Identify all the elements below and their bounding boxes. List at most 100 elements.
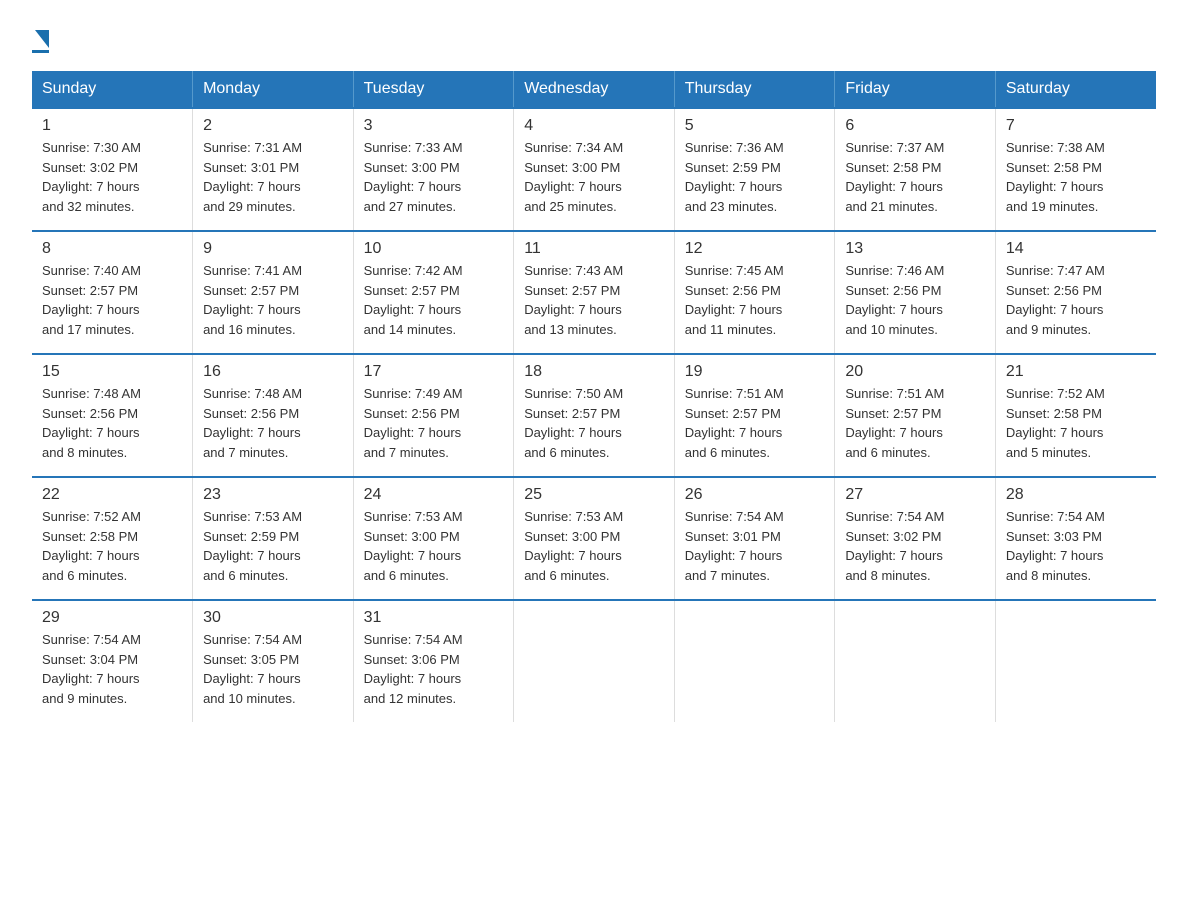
day-info: Sunrise: 7:46 AMSunset: 2:56 PMDaylight:… bbox=[845, 261, 985, 339]
calendar-cell: 28 Sunrise: 7:54 AMSunset: 3:03 PMDayligh… bbox=[995, 477, 1156, 600]
calendar-cell: 23 Sunrise: 7:53 AMSunset: 2:59 PMDayligh… bbox=[193, 477, 354, 600]
day-number: 10 bbox=[364, 240, 504, 258]
day-number: 18 bbox=[524, 363, 664, 381]
week-row-5: 29 Sunrise: 7:54 AMSunset: 3:04 PMDayligh… bbox=[32, 600, 1156, 722]
logo-underline bbox=[32, 50, 49, 53]
day-number: 11 bbox=[524, 240, 664, 258]
calendar-cell: 27 Sunrise: 7:54 AMSunset: 3:02 PMDayligh… bbox=[835, 477, 996, 600]
day-info: Sunrise: 7:48 AMSunset: 2:56 PMDaylight:… bbox=[42, 384, 182, 462]
day-info: Sunrise: 7:48 AMSunset: 2:56 PMDaylight:… bbox=[203, 384, 343, 462]
day-number: 1 bbox=[42, 117, 182, 135]
day-number: 9 bbox=[203, 240, 343, 258]
day-info: Sunrise: 7:54 AMSunset: 3:03 PMDaylight:… bbox=[1006, 507, 1146, 585]
day-info: Sunrise: 7:43 AMSunset: 2:57 PMDaylight:… bbox=[524, 261, 664, 339]
calendar-header-row: SundayMondayTuesdayWednesdayThursdayFrid… bbox=[32, 71, 1156, 108]
day-number: 27 bbox=[845, 486, 985, 504]
logo bbox=[32, 24, 49, 53]
day-info: Sunrise: 7:45 AMSunset: 2:56 PMDaylight:… bbox=[685, 261, 825, 339]
calendar-cell: 19 Sunrise: 7:51 AMSunset: 2:57 PMDayligh… bbox=[674, 354, 835, 477]
day-info: Sunrise: 7:34 AMSunset: 3:00 PMDaylight:… bbox=[524, 138, 664, 216]
calendar-cell: 17 Sunrise: 7:49 AMSunset: 2:56 PMDayligh… bbox=[353, 354, 514, 477]
day-number: 22 bbox=[42, 486, 182, 504]
day-info: Sunrise: 7:40 AMSunset: 2:57 PMDaylight:… bbox=[42, 261, 182, 339]
calendar-cell: 31 Sunrise: 7:54 AMSunset: 3:06 PMDayligh… bbox=[353, 600, 514, 722]
calendar-cell: 14 Sunrise: 7:47 AMSunset: 2:56 PMDayligh… bbox=[995, 231, 1156, 354]
calendar-cell: 21Sunrise: 7:52 AMSunset: 2:58 PMDayligh… bbox=[995, 354, 1156, 477]
day-number: 30 bbox=[203, 609, 343, 627]
day-info: Sunrise: 7:54 AMSunset: 3:01 PMDaylight:… bbox=[685, 507, 825, 585]
calendar-cell: 9 Sunrise: 7:41 AMSunset: 2:57 PMDaylight… bbox=[193, 231, 354, 354]
calendar-cell: 4 Sunrise: 7:34 AMSunset: 3:00 PMDaylight… bbox=[514, 108, 675, 231]
day-number: 13 bbox=[845, 240, 985, 258]
day-info: Sunrise: 7:54 AMSunset: 3:02 PMDaylight:… bbox=[845, 507, 985, 585]
calendar-cell: 12 Sunrise: 7:45 AMSunset: 2:56 PMDayligh… bbox=[674, 231, 835, 354]
day-number: 28 bbox=[1006, 486, 1146, 504]
day-number: 5 bbox=[685, 117, 825, 135]
calendar-cell: 16 Sunrise: 7:48 AMSunset: 2:56 PMDayligh… bbox=[193, 354, 354, 477]
week-row-2: 8Sunrise: 7:40 AMSunset: 2:57 PMDaylight… bbox=[32, 231, 1156, 354]
day-info: Sunrise: 7:53 AMSunset: 3:00 PMDaylight:… bbox=[524, 507, 664, 585]
calendar-cell: 22Sunrise: 7:52 AMSunset: 2:58 PMDayligh… bbox=[32, 477, 193, 600]
column-header-wednesday: Wednesday bbox=[514, 71, 675, 108]
calendar-cell: 24 Sunrise: 7:53 AMSunset: 3:00 PMDayligh… bbox=[353, 477, 514, 600]
calendar-cell: 18 Sunrise: 7:50 AMSunset: 2:57 PMDayligh… bbox=[514, 354, 675, 477]
logo-arrow-icon bbox=[35, 30, 49, 48]
day-info: Sunrise: 7:54 AMSunset: 3:04 PMDaylight:… bbox=[42, 630, 182, 708]
day-info: Sunrise: 7:38 AMSunset: 2:58 PMDaylight:… bbox=[1006, 138, 1146, 216]
day-info: Sunrise: 7:49 AMSunset: 2:56 PMDaylight:… bbox=[364, 384, 504, 462]
day-number: 29 bbox=[42, 609, 182, 627]
calendar-cell: 26Sunrise: 7:54 AMSunset: 3:01 PMDayligh… bbox=[674, 477, 835, 600]
page-header bbox=[32, 24, 1156, 53]
day-number: 6 bbox=[845, 117, 985, 135]
day-number: 21 bbox=[1006, 363, 1146, 381]
day-info: Sunrise: 7:42 AMSunset: 2:57 PMDaylight:… bbox=[364, 261, 504, 339]
day-info: Sunrise: 7:53 AMSunset: 2:59 PMDaylight:… bbox=[203, 507, 343, 585]
day-number: 24 bbox=[364, 486, 504, 504]
day-info: Sunrise: 7:36 AMSunset: 2:59 PMDaylight:… bbox=[685, 138, 825, 216]
calendar-cell: 29 Sunrise: 7:54 AMSunset: 3:04 PMDayligh… bbox=[32, 600, 193, 722]
day-number: 14 bbox=[1006, 240, 1146, 258]
column-header-tuesday: Tuesday bbox=[353, 71, 514, 108]
day-number: 4 bbox=[524, 117, 664, 135]
calendar-cell: 8Sunrise: 7:40 AMSunset: 2:57 PMDaylight… bbox=[32, 231, 193, 354]
week-row-4: 22Sunrise: 7:52 AMSunset: 2:58 PMDayligh… bbox=[32, 477, 1156, 600]
day-number: 12 bbox=[685, 240, 825, 258]
day-info: Sunrise: 7:30 AMSunset: 3:02 PMDaylight:… bbox=[42, 138, 182, 216]
day-info: Sunrise: 7:31 AMSunset: 3:01 PMDaylight:… bbox=[203, 138, 343, 216]
day-info: Sunrise: 7:33 AMSunset: 3:00 PMDaylight:… bbox=[364, 138, 504, 216]
calendar-cell: 7 Sunrise: 7:38 AMSunset: 2:58 PMDaylight… bbox=[995, 108, 1156, 231]
day-info: Sunrise: 7:50 AMSunset: 2:57 PMDaylight:… bbox=[524, 384, 664, 462]
day-number: 19 bbox=[685, 363, 825, 381]
day-info: Sunrise: 7:53 AMSunset: 3:00 PMDaylight:… bbox=[364, 507, 504, 585]
day-number: 7 bbox=[1006, 117, 1146, 135]
calendar-cell bbox=[674, 600, 835, 722]
day-number: 3 bbox=[364, 117, 504, 135]
calendar-cell bbox=[514, 600, 675, 722]
calendar-cell: 11 Sunrise: 7:43 AMSunset: 2:57 PMDayligh… bbox=[514, 231, 675, 354]
day-number: 31 bbox=[364, 609, 504, 627]
calendar-cell: 13 Sunrise: 7:46 AMSunset: 2:56 PMDayligh… bbox=[835, 231, 996, 354]
calendar-cell: 6 Sunrise: 7:37 AMSunset: 2:58 PMDaylight… bbox=[835, 108, 996, 231]
calendar-cell bbox=[835, 600, 996, 722]
calendar-cell: 5 Sunrise: 7:36 AMSunset: 2:59 PMDaylight… bbox=[674, 108, 835, 231]
day-number: 15 bbox=[42, 363, 182, 381]
column-header-saturday: Saturday bbox=[995, 71, 1156, 108]
day-info: Sunrise: 7:54 AMSunset: 3:06 PMDaylight:… bbox=[364, 630, 504, 708]
day-info: Sunrise: 7:37 AMSunset: 2:58 PMDaylight:… bbox=[845, 138, 985, 216]
column-header-sunday: Sunday bbox=[32, 71, 193, 108]
day-info: Sunrise: 7:54 AMSunset: 3:05 PMDaylight:… bbox=[203, 630, 343, 708]
calendar-cell: 20 Sunrise: 7:51 AMSunset: 2:57 PMDayligh… bbox=[835, 354, 996, 477]
day-number: 20 bbox=[845, 363, 985, 381]
calendar-cell: 15 Sunrise: 7:48 AMSunset: 2:56 PMDayligh… bbox=[32, 354, 193, 477]
calendar-table: SundayMondayTuesdayWednesdayThursdayFrid… bbox=[32, 71, 1156, 722]
day-number: 16 bbox=[203, 363, 343, 381]
column-header-friday: Friday bbox=[835, 71, 996, 108]
calendar-cell: 25Sunrise: 7:53 AMSunset: 3:00 PMDayligh… bbox=[514, 477, 675, 600]
day-info: Sunrise: 7:41 AMSunset: 2:57 PMDaylight:… bbox=[203, 261, 343, 339]
column-header-monday: Monday bbox=[193, 71, 354, 108]
day-number: 23 bbox=[203, 486, 343, 504]
day-info: Sunrise: 7:51 AMSunset: 2:57 PMDaylight:… bbox=[685, 384, 825, 462]
day-info: Sunrise: 7:51 AMSunset: 2:57 PMDaylight:… bbox=[845, 384, 985, 462]
day-info: Sunrise: 7:47 AMSunset: 2:56 PMDaylight:… bbox=[1006, 261, 1146, 339]
day-number: 17 bbox=[364, 363, 504, 381]
